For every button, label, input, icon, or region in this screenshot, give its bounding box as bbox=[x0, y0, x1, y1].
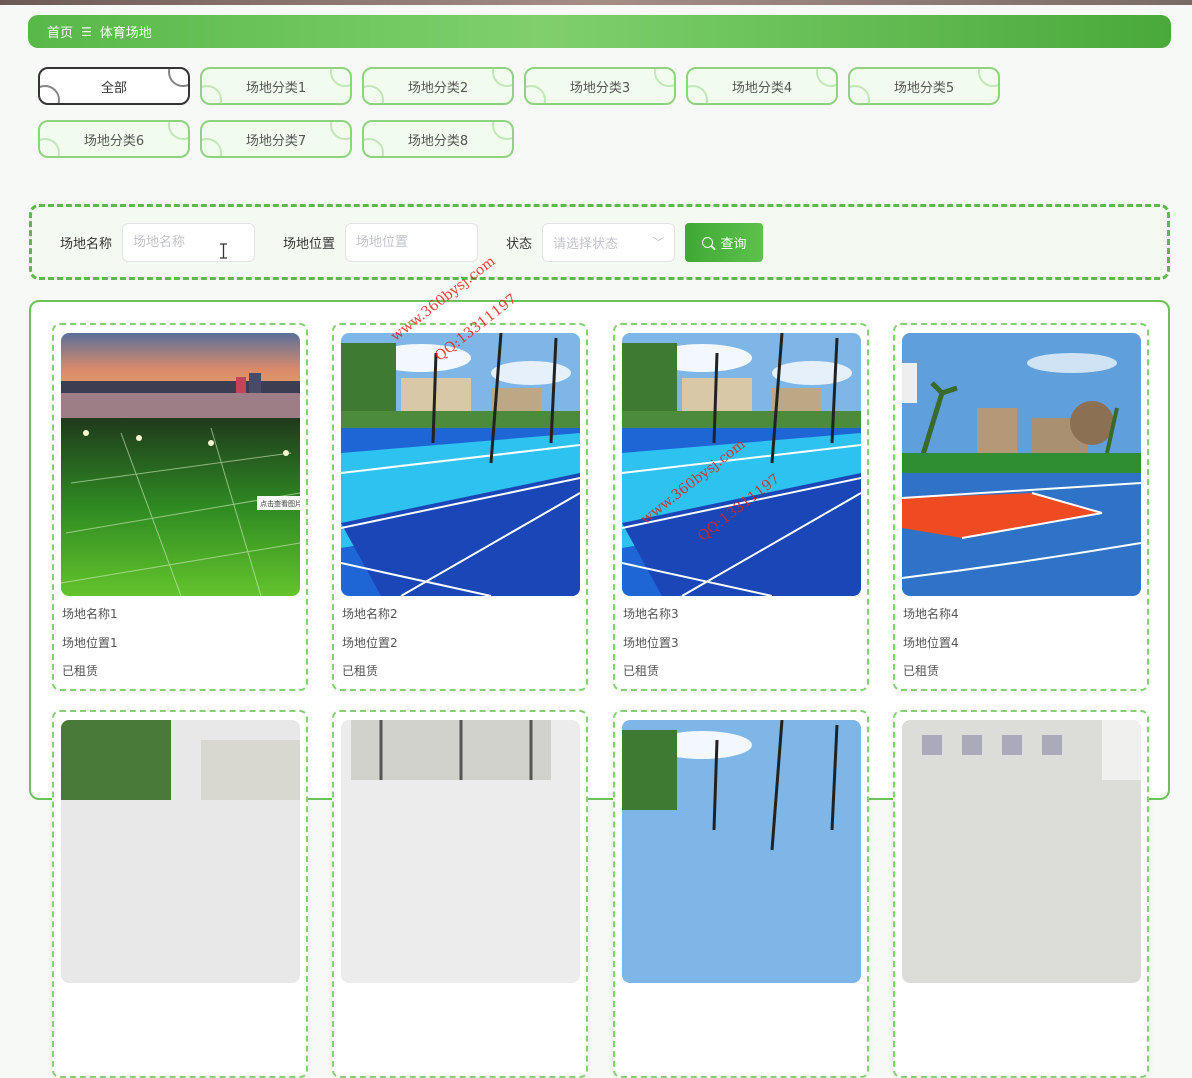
category-label: 场地分类7 bbox=[245, 133, 307, 149]
category-label: 场地分类8 bbox=[407, 133, 469, 149]
category-label: 场地分类2 bbox=[407, 80, 469, 96]
venue-name: 场地名称1 bbox=[62, 607, 118, 621]
venue-card[interactable] bbox=[613, 710, 869, 1078]
venue-location: 场地位置3 bbox=[623, 636, 679, 650]
category-label: 场地分类5 bbox=[893, 80, 955, 96]
category-label: 全部 bbox=[100, 80, 127, 96]
category-label: 场地分类3 bbox=[569, 80, 631, 96]
breadcrumb-current: 体育场地 bbox=[99, 26, 152, 41]
venue-status: 已租赁 bbox=[903, 664, 940, 678]
venue-image[interactable] bbox=[902, 720, 1141, 983]
category-2[interactable]: 场地分类2 bbox=[362, 67, 514, 105]
category-7[interactable]: 场地分类7 bbox=[200, 120, 352, 158]
venue-card[interactable]: 场地名称2 场地位置2 已租赁 bbox=[332, 323, 588, 691]
category-all[interactable]: 全部 bbox=[38, 67, 190, 105]
venue-status: 已租赁 bbox=[342, 664, 379, 678]
status-select-placeholder: 请选择状态 bbox=[553, 236, 619, 252]
venue-image-football[interactable]: 点击查看图片 bbox=[61, 333, 300, 596]
category-4[interactable]: 场地分类4 bbox=[686, 67, 838, 105]
venue-card[interactable] bbox=[893, 710, 1149, 1078]
venue-image[interactable] bbox=[61, 720, 300, 983]
venue-location: 场地位置1 bbox=[62, 636, 118, 650]
venue-image[interactable] bbox=[341, 720, 580, 983]
query-button-label: 查询 bbox=[720, 236, 747, 252]
category-label: 场地分类4 bbox=[731, 80, 793, 96]
location-field-wrapper bbox=[345, 222, 479, 262]
window-top-strip bbox=[0, 0, 1192, 5]
text-cursor-icon bbox=[220, 243, 227, 259]
category-label: 场地分类1 bbox=[245, 80, 307, 96]
venue-image-basketball[interactable] bbox=[902, 333, 1141, 596]
venue-location: 场地位置4 bbox=[903, 636, 959, 650]
name-input[interactable] bbox=[133, 234, 255, 250]
breadcrumb-home[interactable]: 首页 bbox=[47, 22, 73, 41]
breadcrumb: 首页 ☰ 体育场地 bbox=[28, 15, 1171, 48]
query-button[interactable]: 查询 bbox=[685, 222, 764, 262]
venue-card[interactable]: 场地名称3 场地位置3 已租赁 bbox=[613, 323, 869, 691]
category-3[interactable]: 场地分类3 bbox=[524, 67, 676, 105]
location-label: 场地位置 bbox=[283, 236, 336, 252]
search-panel: 场地名称 场地位置 状态 请选择状态 ﹀ 查询 bbox=[29, 204, 1170, 280]
search-icon bbox=[701, 236, 713, 248]
chevron-down-icon: ﹀ bbox=[653, 236, 665, 249]
status-label: 状态 bbox=[506, 236, 533, 252]
venue-image-tennis[interactable] bbox=[622, 720, 861, 983]
venue-name: 场地名称2 bbox=[342, 607, 398, 621]
breadcrumb-separator-icon: ☰ bbox=[81, 24, 92, 39]
category-1[interactable]: 场地分类1 bbox=[200, 67, 352, 105]
venue-status: 已租赁 bbox=[623, 664, 660, 678]
name-label: 场地名称 bbox=[60, 236, 113, 252]
category-5[interactable]: 场地分类5 bbox=[848, 67, 1000, 105]
venue-image-tennis[interactable] bbox=[622, 333, 861, 596]
category-8[interactable]: 场地分类8 bbox=[362, 120, 514, 158]
venue-name: 场地名称4 bbox=[903, 607, 959, 621]
venue-location: 场地位置2 bbox=[342, 636, 398, 650]
venue-status: 已租赁 bbox=[62, 664, 99, 678]
photo-caption: 点击查看图片 bbox=[260, 499, 300, 508]
venue-list: 点击查看图片 场地名称1 场地位置1 已租赁 场地名称2 场地位置2 已租赁 场… bbox=[29, 300, 1170, 1078]
status-select[interactable]: 请选择状态 ﹀ bbox=[542, 222, 676, 262]
venue-card[interactable] bbox=[332, 710, 588, 1078]
name-field-wrapper bbox=[122, 222, 256, 262]
venue-name: 场地名称3 bbox=[623, 607, 679, 621]
venue-card[interactable]: 场地名称4 场地位置4 已租赁 bbox=[893, 323, 1149, 691]
category-6[interactable]: 场地分类6 bbox=[38, 120, 190, 158]
location-input[interactable] bbox=[356, 234, 478, 250]
category-label: 场地分类6 bbox=[83, 133, 145, 149]
venue-card[interactable]: 点击查看图片 场地名称1 场地位置1 已租赁 bbox=[52, 323, 308, 691]
venue-card[interactable] bbox=[52, 710, 308, 1078]
venue-image-tennis[interactable] bbox=[341, 333, 580, 596]
